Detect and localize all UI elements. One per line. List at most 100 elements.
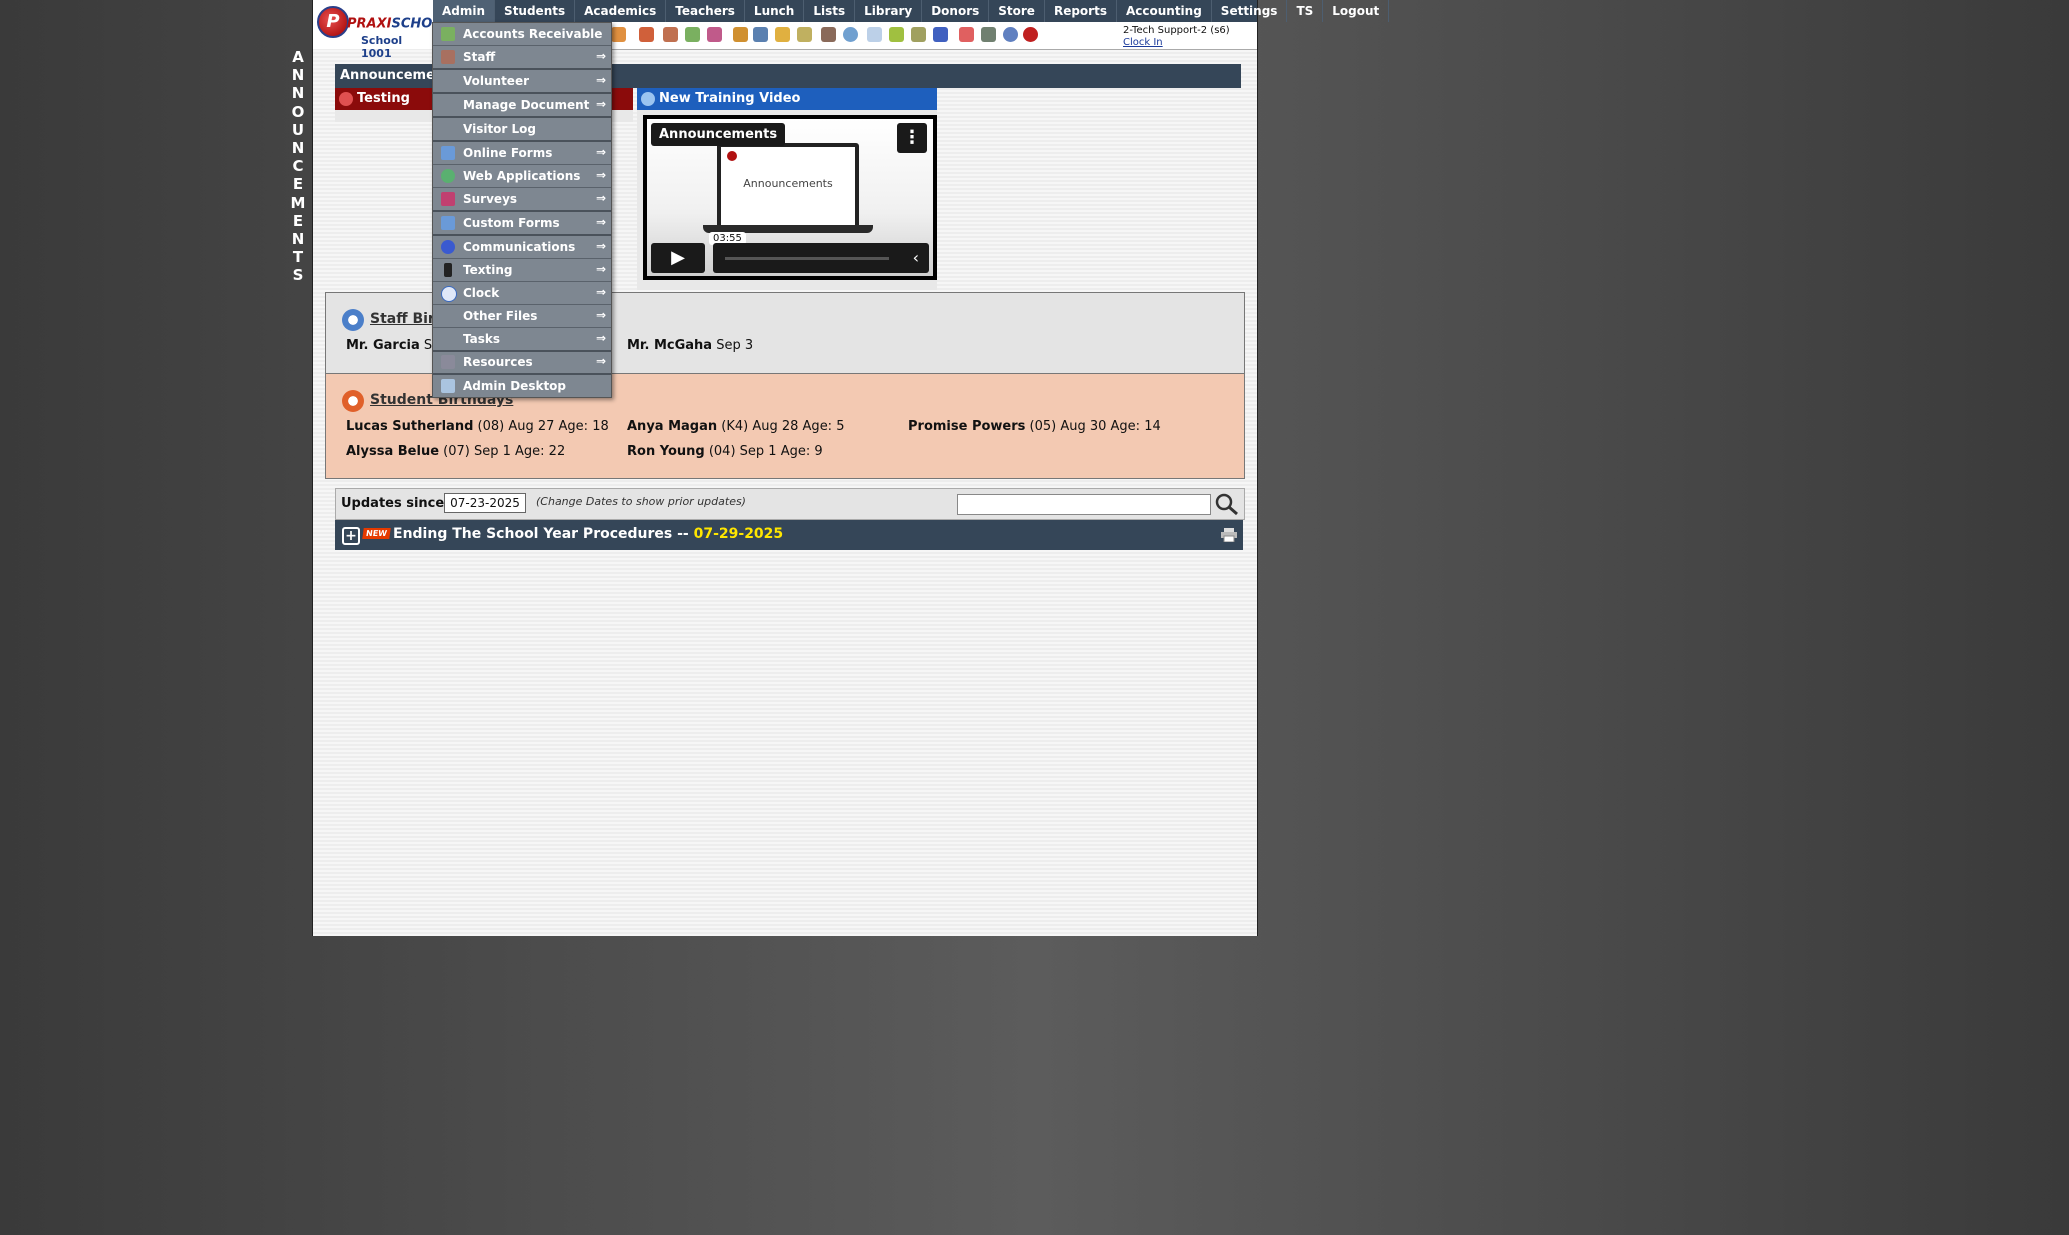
submenu-arrow-icon: ⇒ bbox=[595, 239, 606, 253]
user-info: 2-Tech Support-2 (s6) Clock In bbox=[1123, 25, 1230, 49]
calendar-icon[interactable] bbox=[867, 27, 882, 42]
globe-icon bbox=[441, 169, 455, 183]
money-icon bbox=[441, 27, 455, 41]
update-row[interactable]: + NEW Ending The School Year Procedures … bbox=[335, 520, 1243, 550]
menu-item-tasks[interactable]: Tasks ⇒ bbox=[433, 328, 611, 352]
nav-store[interactable]: Store bbox=[989, 0, 1045, 22]
phone-icon bbox=[444, 263, 452, 277]
logo-mark-icon bbox=[727, 151, 737, 161]
student-icon[interactable] bbox=[639, 27, 654, 42]
submenu-arrow-icon: ⇒ bbox=[595, 331, 606, 345]
nav-library[interactable]: Library bbox=[855, 0, 923, 22]
printer-icon[interactable] bbox=[911, 27, 926, 42]
nav-logout[interactable]: Logout bbox=[1323, 0, 1390, 22]
student-birthday-entry: Promise Powers (05) Aug 30 Age: 14 bbox=[908, 419, 1161, 434]
desktop-icon bbox=[441, 379, 455, 393]
submenu-arrow-icon: ⇒ bbox=[595, 308, 606, 322]
nav-reports[interactable]: Reports bbox=[1045, 0, 1117, 22]
submenu-arrow-icon: ⇒ bbox=[595, 168, 606, 182]
at-icon bbox=[441, 240, 455, 254]
video-frame: Announcements Announcements ⋮ 03:55 ▶ ‹ bbox=[647, 119, 933, 276]
menu-item-admin-desktop[interactable]: Admin Desktop bbox=[433, 375, 611, 397]
nav-lunch[interactable]: Lunch bbox=[745, 0, 805, 22]
chevron-left-icon[interactable]: ‹ bbox=[913, 248, 919, 267]
search-input[interactable] bbox=[957, 494, 1211, 515]
school-name: School 1001 bbox=[361, 34, 403, 60]
search-icon[interactable] bbox=[1214, 492, 1240, 516]
menu-item-custom-forms[interactable]: Custom Forms ⇒ bbox=[433, 212, 611, 236]
menu-item-other-files[interactable]: Other Files ⇒ bbox=[433, 305, 611, 328]
menu-item-web-applications[interactable]: Web Applications ⇒ bbox=[433, 165, 611, 188]
menu-item-staff[interactable]: Staff ⇒ bbox=[433, 46, 611, 70]
nav-lists[interactable]: Lists bbox=[804, 0, 856, 22]
nav-ts[interactable]: TS bbox=[1287, 0, 1324, 22]
play-icon[interactable]: ▶ bbox=[651, 243, 705, 273]
nav-teachers[interactable]: Teachers bbox=[666, 0, 745, 22]
nav-donors[interactable]: Donors bbox=[922, 0, 990, 22]
help-icon[interactable] bbox=[1003, 27, 1018, 42]
new-badge: NEW bbox=[362, 528, 391, 539]
teacher-icon[interactable] bbox=[663, 27, 678, 42]
forms-icon bbox=[441, 216, 455, 230]
money-icon[interactable] bbox=[685, 27, 700, 42]
menu-item-surveys[interactable]: Surveys ⇒ bbox=[433, 188, 611, 212]
settings-icon[interactable] bbox=[843, 27, 858, 42]
updates-date-input[interactable]: 07-23-2025 bbox=[444, 493, 526, 513]
menu-item-clock[interactable]: Clock ⇒ bbox=[433, 282, 611, 305]
training-video-header[interactable]: New Training Video bbox=[637, 88, 937, 110]
card-icon[interactable] bbox=[889, 27, 904, 42]
menu-item-manage-document[interactable]: Manage Document ⇒ bbox=[433, 94, 611, 118]
menu-item-communications[interactable]: Communications ⇒ bbox=[433, 236, 611, 259]
expand-icon[interactable]: + bbox=[342, 527, 360, 545]
student-birthday-entry: Lucas Sutherland (08) Aug 27 Age: 18 bbox=[346, 419, 609, 434]
menu-item-visitor-log[interactable]: Visitor Log bbox=[433, 118, 611, 142]
power-icon[interactable] bbox=[1023, 27, 1038, 42]
submenu-arrow-icon: ⇒ bbox=[595, 49, 606, 63]
nav-students[interactable]: Students bbox=[495, 0, 576, 22]
calculator-icon bbox=[441, 355, 455, 369]
clock-icon bbox=[441, 286, 457, 302]
training-video-panel: Announcements Announcements ⋮ 03:55 ▶ ‹ bbox=[637, 110, 937, 290]
menu-item-online-forms[interactable]: Online Forms ⇒ bbox=[433, 142, 611, 165]
clock-in-link[interactable]: Clock In bbox=[1123, 37, 1230, 49]
side-announcements-label: ANNOUNCEMENTS bbox=[290, 48, 306, 285]
users-icon[interactable] bbox=[821, 27, 836, 42]
cake-icon bbox=[342, 309, 364, 331]
ap-icon[interactable] bbox=[933, 27, 948, 42]
video-player[interactable]: Announcements Announcements ⋮ 03:55 ▶ ‹ bbox=[643, 115, 937, 280]
nav-accounting[interactable]: Accounting bbox=[1117, 0, 1212, 22]
report-icon[interactable] bbox=[797, 27, 812, 42]
menu-item-accounts-receivable[interactable]: Accounts Receivable bbox=[433, 23, 611, 46]
praxischool-logo[interactable]: P PRAXISCHOOL™ School 1001 bbox=[313, 0, 459, 60]
updates-hint: (Change Dates to show prior updates) bbox=[536, 495, 746, 508]
menu-item-volunteer[interactable]: Volunteer ⇒ bbox=[433, 70, 611, 94]
student-birthday-entry: Ron Young (04) Sep 1 Age: 9 bbox=[627, 444, 823, 459]
family-icon[interactable] bbox=[707, 27, 722, 42]
cash-icon[interactable] bbox=[981, 27, 996, 42]
forms-icon bbox=[441, 146, 455, 160]
staff-icon bbox=[441, 50, 455, 64]
survey-icon bbox=[441, 192, 455, 206]
nav-settings[interactable]: Settings bbox=[1212, 0, 1288, 22]
printer-icon[interactable] bbox=[1221, 528, 1237, 542]
megaphone-icon[interactable] bbox=[611, 27, 626, 42]
nav-admin[interactable]: Admin bbox=[433, 0, 496, 22]
video-title: Announcements bbox=[651, 123, 786, 146]
video-menu-icon[interactable]: ⋮ bbox=[897, 123, 927, 153]
menu-item-texting[interactable]: Texting ⇒ bbox=[433, 259, 611, 282]
updates-label: Updates since: bbox=[341, 496, 450, 511]
submenu-arrow-icon: ⇒ bbox=[595, 73, 606, 87]
video-progress-bar[interactable] bbox=[725, 257, 889, 260]
book-icon[interactable] bbox=[753, 27, 768, 42]
cake-icon bbox=[342, 390, 364, 412]
pencil-icon[interactable] bbox=[775, 27, 790, 42]
submenu-arrow-icon: ⇒ bbox=[595, 285, 606, 299]
pdf-icon[interactable] bbox=[959, 27, 974, 42]
student-birthday-entry: Anya Magan (K4) Aug 28 Age: 5 bbox=[627, 419, 845, 434]
logo-mark: P bbox=[317, 6, 349, 38]
menu-item-resources[interactable]: Resources ⇒ bbox=[433, 351, 611, 375]
burger-icon[interactable] bbox=[733, 27, 748, 42]
top-nav: Admin Students Academics Teachers Lunch … bbox=[433, 0, 1390, 22]
update-title[interactable]: Ending The School Year Procedures -- 07-… bbox=[393, 526, 783, 542]
nav-academics[interactable]: Academics bbox=[575, 0, 667, 22]
